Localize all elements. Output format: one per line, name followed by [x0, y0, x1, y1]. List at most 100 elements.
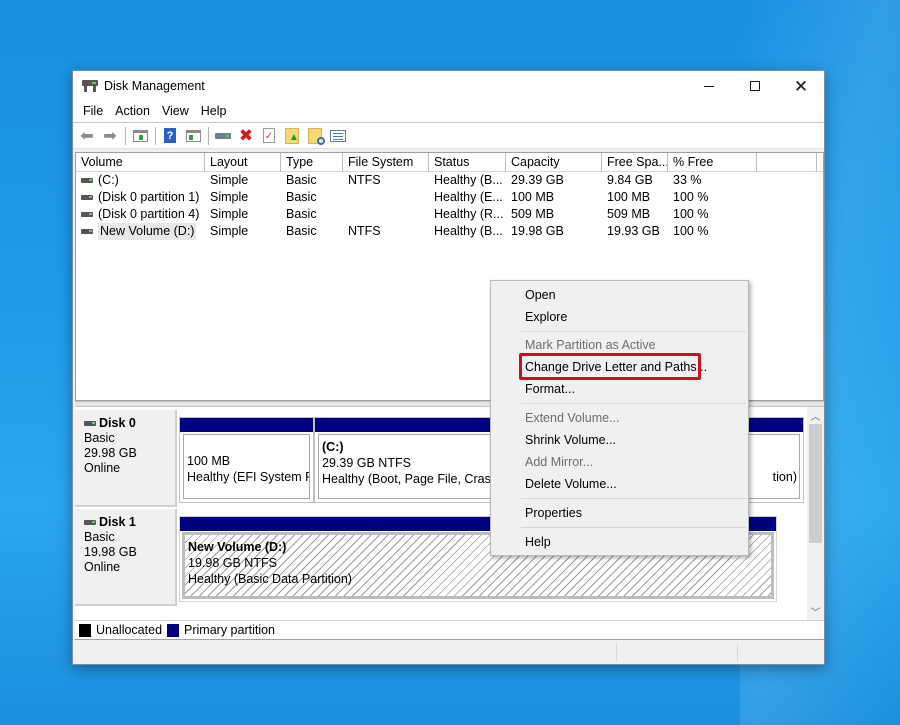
list-view-icon [330, 129, 346, 142]
volume-row[interactable]: (C:) Simple Basic NTFS Healthy (B... 29.… [76, 172, 823, 189]
volume-capacity: 509 MB [511, 207, 555, 221]
toolbar-separator [155, 126, 156, 145]
menu-action[interactable]: Action [109, 101, 156, 122]
folder-search-button[interactable] [305, 126, 325, 146]
properties-button[interactable]: ✓ [259, 126, 279, 146]
disk-size: 29.98 GB [84, 446, 137, 460]
scroll-thumb[interactable] [809, 424, 822, 543]
show-hide-console-tree-button[interactable] [130, 126, 150, 146]
folder-up-button[interactable]: ▲ [282, 126, 302, 146]
folder-search-icon [308, 127, 325, 145]
delete-button[interactable]: ✖ [236, 126, 256, 146]
scroll-up-button[interactable]: ︿ [807, 407, 824, 424]
partition-efi[interactable]: 100 MB Healthy (EFI System Pa [179, 417, 314, 503]
volume-capacity: 100 MB [511, 190, 555, 204]
disk-size: 19.98 GB [84, 545, 137, 559]
list-view-button[interactable] [328, 126, 348, 146]
column-header-file-system[interactable]: File System [343, 153, 429, 172]
primary-partition-bar [315, 418, 503, 432]
volume-type: Basic [286, 173, 317, 187]
disk-info-panel[interactable]: Disk 0 Basic 29.98 GB Online [75, 410, 177, 507]
forward-arrow-icon: ➡ [103, 127, 117, 145]
column-header-layout[interactable]: Layout [205, 153, 281, 172]
drive-icon [81, 178, 93, 183]
drive-icon [81, 229, 93, 234]
column-header-capacity[interactable]: Capacity [506, 153, 602, 172]
unallocated-swatch [79, 623, 91, 637]
minimize-button[interactable] [686, 71, 732, 101]
console-tree-icon [132, 129, 148, 142]
help-button[interactable]: ? [160, 126, 180, 146]
volume-type: Basic [286, 224, 317, 238]
maximize-button[interactable] [732, 71, 778, 101]
close-icon: ✕ [793, 76, 809, 96]
volume-free-space: 19.93 GB [607, 224, 660, 238]
menu-item-properties[interactable]: Properties [525, 503, 582, 523]
volume-row[interactable]: (Disk 0 partition 1) Simple Basic Health… [76, 189, 823, 206]
menu-view[interactable]: View [156, 101, 195, 122]
minimize-icon [704, 85, 714, 87]
partition-c[interactable]: (C:) 29.39 GB NTFS Healthy (Boot, Page F… [314, 417, 504, 503]
drive-icon [81, 212, 93, 217]
volume-name: (Disk 0 partition 1) [98, 190, 200, 204]
chevron-up-icon: ︿ [810, 412, 821, 423]
volume-type: Basic [286, 190, 317, 204]
volume-row-selected[interactable]: New Volume (D:) Simple Basic NTFS Health… [76, 223, 823, 240]
back-button[interactable]: ⬅ [77, 126, 97, 146]
help-icon: ? [164, 128, 176, 143]
maximize-icon [750, 81, 760, 91]
menu-item-explore[interactable]: Explore [525, 307, 567, 327]
volume-layout: Simple [210, 207, 249, 221]
volume-percent-free: 33 % [673, 173, 702, 187]
chevron-down-icon: ﹀ [810, 608, 821, 619]
volume-file-system [343, 189, 429, 206]
context-menu: Open Explore Mark Partition as Active Ch… [490, 280, 749, 556]
connect-disk-button[interactable] [213, 126, 233, 146]
partition-size: 100 MB [187, 454, 231, 468]
volume-status: Healthy (R... [434, 207, 504, 221]
scroll-down-button[interactable]: ﹀ [807, 603, 824, 620]
status-separator [616, 644, 617, 662]
toolbar-separator [125, 126, 126, 145]
volume-layout: Simple [210, 224, 249, 238]
disk-name: Disk 1 [99, 515, 136, 529]
menu-separator [521, 527, 746, 528]
column-header-blank [757, 153, 817, 172]
column-header-percent-free[interactable]: % Free [668, 153, 757, 172]
column-header-volume[interactable]: Volume [76, 153, 205, 172]
show-hide-action-pane-button[interactable] [183, 126, 203, 146]
menu-item-open[interactable]: Open [525, 285, 556, 305]
menu-help[interactable]: Help [195, 101, 233, 122]
menu-item-format[interactable]: Format... [525, 379, 575, 399]
title-bar[interactable]: Disk Management ✕ [73, 71, 824, 101]
drive-icon [84, 520, 96, 525]
column-header-free-space[interactable]: Free Spa... [602, 153, 668, 172]
volume-capacity: 29.39 GB [511, 173, 564, 187]
partition-size: 29.39 GB NTFS [322, 456, 411, 470]
menu-item-delete-volume[interactable]: Delete Volume... [525, 474, 617, 494]
menu-separator [521, 331, 746, 332]
volume-row[interactable]: (Disk 0 partition 4) Simple Basic Health… [76, 206, 823, 223]
primary-partition-bar [180, 418, 313, 432]
column-header-type[interactable]: Type [281, 153, 343, 172]
forward-button[interactable]: ➡ [100, 126, 120, 146]
volume-file-system [343, 206, 429, 223]
menu-item-shrink-volume[interactable]: Shrink Volume... [525, 430, 616, 450]
volume-free-space: 509 MB [607, 207, 651, 221]
status-separator [737, 644, 738, 662]
column-header-status[interactable]: Status [429, 153, 506, 172]
volume-free-space: 9.84 GB [607, 173, 653, 187]
graph-vertical-scrollbar[interactable]: ︿ ﹀ [807, 407, 824, 620]
partition-size: 19.98 GB NTFS [188, 556, 277, 570]
volume-name: (Disk 0 partition 4) [98, 207, 200, 221]
menu-item-help[interactable]: Help [525, 532, 551, 552]
menu-file[interactable]: File [77, 101, 109, 122]
disk-info-panel[interactable]: Disk 1 Basic 19.98 GB Online [75, 509, 177, 606]
window-title: Disk Management [104, 79, 205, 93]
disk-state: Online [84, 560, 121, 574]
close-button[interactable]: ✕ [778, 71, 824, 101]
disk-type: Basic [84, 431, 115, 445]
menu-item-change-drive-letter[interactable]: Change Drive Letter and Paths... [525, 357, 707, 377]
volume-list-header: Volume Layout Type File System Status Ca… [76, 153, 823, 172]
volume-status: Healthy (B... [434, 173, 503, 187]
